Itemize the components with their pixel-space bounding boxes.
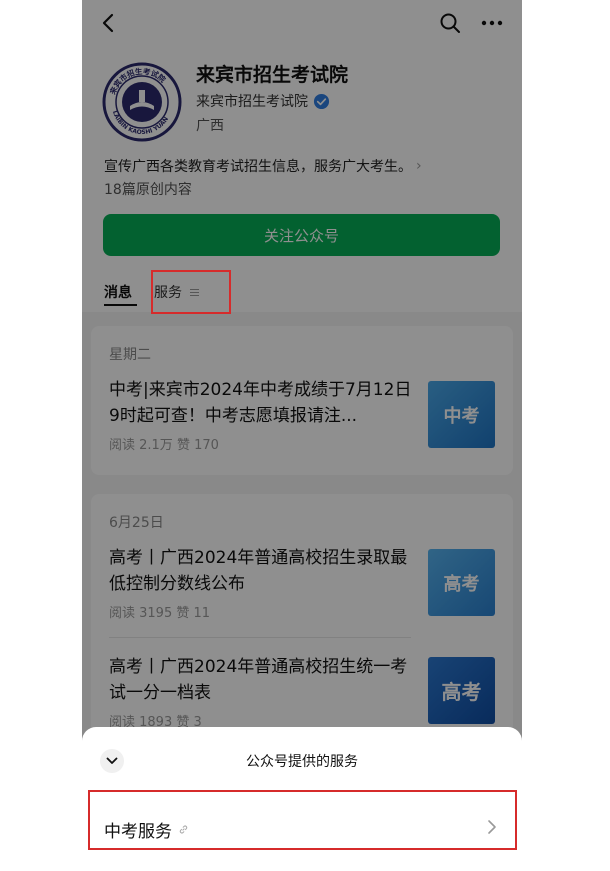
- highlight-box-service-item: [88, 790, 517, 850]
- sheet-title: 公众号提供的服务: [246, 754, 358, 770]
- official-account-page: 来宾市招生考试院 LAIBIN KAOSHI YUAN 来宾市招生考试院 来宾市…: [82, 0, 522, 871]
- highlight-box-services-tab: [151, 270, 231, 314]
